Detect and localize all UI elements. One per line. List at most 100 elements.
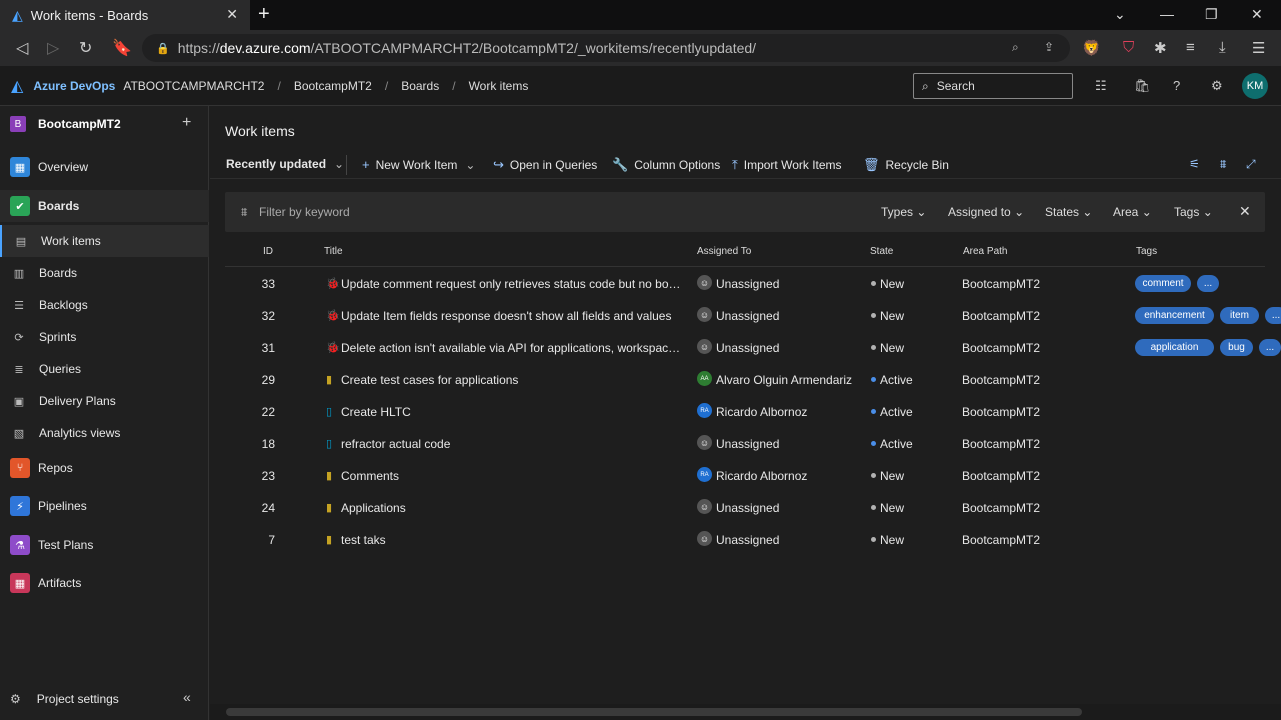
table-row[interactable]: 29 ▮ Create test cases for applications AA A… <box>225 363 1265 395</box>
close-window-icon[interactable]: ✕ <box>1251 6 1263 23</box>
sidebar-item-sprints[interactable]: ⟳ Sprints <box>0 321 209 353</box>
horizontal-scrollbar[interactable] <box>210 704 1281 720</box>
filter-types-dropdown[interactable]: Types ⌄ <box>881 205 926 219</box>
browser-tab[interactable]: ◭ Work items - Boards ✕ <box>0 0 250 30</box>
tag-pill[interactable]: item <box>1220 307 1259 324</box>
sidebar-item-repos[interactable]: ⑂ Repos <box>0 452 209 484</box>
sidebar-item-backlogs[interactable]: ☰ Backlogs <box>0 289 209 321</box>
view-selector-dropdown[interactable]: Recently updated ⌄ <box>226 157 344 171</box>
work-item-title[interactable]: Create test cases for applications <box>341 373 681 387</box>
tag-pill[interactable]: comment <box>1135 275 1191 292</box>
brave-shield-icon[interactable]: 🦁 <box>1082 39 1101 57</box>
tag-pill[interactable]: bug <box>1220 339 1253 356</box>
sidebar-item-overview[interactable]: ▦ Overview <box>0 151 209 183</box>
user-avatar[interactable]: KM <box>1242 73 1268 99</box>
sidebar-item-pipelines[interactable]: ⚡ Pipelines <box>0 490 209 522</box>
breadcrumb-project[interactable]: BootcampMT2 <box>294 79 372 93</box>
fullscreen-icon[interactable]: ⤢ <box>1246 157 1256 172</box>
filter-assigned-dropdown[interactable]: Assigned to ⌄ <box>948 205 1024 219</box>
sidebar-item-analytics-views[interactable]: ▧ Analytics views <box>0 417 209 449</box>
filter-tags-dropdown[interactable]: Tags ⌄ <box>1174 205 1213 219</box>
share-icon[interactable]: ⇪ <box>1044 40 1054 54</box>
brave-rewards-icon[interactable]: ⛉ <box>1123 39 1134 56</box>
filter-keyword-input[interactable]: Filter by keyword <box>259 205 350 219</box>
maximize-icon[interactable]: ❐ <box>1205 6 1218 23</box>
close-tab-icon[interactable]: ✕ <box>226 6 238 23</box>
sidebar-item-test-plans[interactable]: ⚗ Test Plans <box>0 529 209 561</box>
column-header-state[interactable]: State <box>870 246 893 257</box>
new-work-item-button[interactable]: + New Work Item ⌄ <box>362 157 475 172</box>
work-item-title[interactable]: Applications <box>341 501 681 515</box>
filter-states-dropdown[interactable]: States ⌄ <box>1045 205 1092 219</box>
recycle-bin-button[interactable]: 🗑 Recycle Bin <box>863 157 949 173</box>
table-row[interactable]: 32 🐞 Update Item fields response doesn't s… <box>225 299 1281 331</box>
filter-icon[interactable]: ⩩ <box>1220 157 1226 172</box>
url-field[interactable]: 🔒 https://dev.azure.com/ATBOOTCAMPMARCHT… <box>142 34 1070 62</box>
azure-devops-logo-icon[interactable]: ◭ <box>11 76 23 96</box>
tag-pill[interactable]: enhancement <box>1135 307 1214 324</box>
breadcrumb-work-items[interactable]: Work items <box>469 79 529 93</box>
marketplace-icon[interactable]: 🛍 <box>1134 78 1151 94</box>
help-icon[interactable]: ? <box>1173 78 1180 93</box>
zoom-icon[interactable]: ⌕ <box>1012 40 1019 55</box>
column-header-tags[interactable]: Tags <box>1136 246 1157 257</box>
view-options-icon[interactable]: ⚟ <box>1189 157 1200 171</box>
import-work-items-button[interactable]: ⤒ Import Work Items <box>732 157 842 173</box>
extensions-icon[interactable]: ✱ <box>1154 39 1167 57</box>
sidebar-item-boards-hub[interactable]: ✔ Boards <box>0 190 209 222</box>
forward-icon[interactable]: ▷ <box>47 38 59 58</box>
work-item-title[interactable]: Delete action isn't available via API fo… <box>341 341 681 355</box>
add-icon[interactable]: + <box>182 114 191 132</box>
filter-area-dropdown[interactable]: Area ⌄ <box>1113 205 1152 219</box>
column-header-assigned[interactable]: Assigned To <box>697 246 751 257</box>
clear-filter-icon[interactable]: ✕ <box>1239 203 1251 220</box>
work-item-title[interactable]: test taks <box>341 533 681 547</box>
bookmark-icon[interactable]: 🔖 <box>112 38 132 58</box>
new-tab-icon[interactable]: + <box>258 3 270 26</box>
table-row[interactable]: 31 🐞 Delete action isn't available via API… <box>225 331 1281 363</box>
work-item-title[interactable]: Create HLTC <box>341 405 681 419</box>
tag-pill[interactable]: ... <box>1265 307 1281 324</box>
back-icon[interactable]: ◁ <box>16 38 28 58</box>
minimize-icon[interactable]: — <box>1160 6 1174 22</box>
column-options-button[interactable]: 🔧 Column Options <box>612 157 720 173</box>
table-row[interactable]: 22 ▯ Create HLTC RA Ricardo Albornoz Active Bo… <box>225 395 1265 427</box>
sidebar-item-artifacts[interactable]: ▦ Artifacts <box>0 567 209 599</box>
sidebar-item-work-items[interactable]: ▤ Work items <box>0 225 209 257</box>
unassigned-user-icon: ☺ <box>697 435 712 450</box>
open-in-queries-button[interactable]: ↪ Open in Queries <box>493 157 597 173</box>
sidebar-item-boards[interactable]: ▥ Boards <box>0 257 209 289</box>
table-row[interactable]: 18 ▯ refractor actual code ☺ Unassigned Activ… <box>225 427 1265 459</box>
playlist-icon[interactable]: ≡ <box>1186 39 1195 56</box>
menu-icon[interactable]: ☰ <box>1252 39 1265 57</box>
task-list-icon[interactable]: ☷ <box>1095 78 1107 94</box>
project-selector[interactable]: B BootcampMT2 <box>10 116 121 132</box>
column-header-title[interactable]: Title <box>324 246 343 257</box>
scrollbar-thumb[interactable] <box>226 708 1082 716</box>
work-item-title[interactable]: Comments <box>341 469 681 483</box>
brand-name[interactable]: Azure DevOps <box>33 79 115 93</box>
sidebar-item-delivery-plans[interactable]: ▣ Delivery Plans <box>0 385 209 417</box>
tag-pill[interactable]: ... <box>1197 275 1219 292</box>
breadcrumb-boards[interactable]: Boards <box>401 79 439 93</box>
sidebar-item-queries[interactable]: ≣ Queries <box>0 353 209 385</box>
tab-search-chevron-icon[interactable]: ⌄ <box>1114 6 1126 23</box>
work-item-title[interactable]: Update Item fields response doesn't show… <box>341 309 681 323</box>
column-header-area-path[interactable]: Area Path <box>963 246 1007 257</box>
column-header-id[interactable]: ID <box>263 246 273 257</box>
tag-pill[interactable]: ... <box>1259 339 1281 356</box>
table-row[interactable]: 33 🐞 Update comment request only retrieves… <box>225 267 1265 299</box>
project-settings-link[interactable]: ⚙ Project settings <box>10 692 119 706</box>
user-settings-icon[interactable]: ⚙ <box>1211 78 1223 94</box>
breadcrumb-org[interactable]: ATBOOTCAMPMARCHT2 <box>123 79 264 93</box>
table-row[interactable]: 7 ▮ test taks ☺ Unassigned New BootcampMT2 <box>225 523 1265 555</box>
table-row[interactable]: 23 ▮ Comments RA Ricardo Albornoz New Bootcamp… <box>225 459 1265 491</box>
tag-pill[interactable]: application <box>1135 339 1214 356</box>
work-item-title[interactable]: Update comment request only retrieves st… <box>341 277 681 291</box>
download-icon[interactable]: ⤓ <box>1219 39 1226 56</box>
work-item-title[interactable]: refractor actual code <box>341 437 681 451</box>
table-row[interactable]: 24 ▮ Applications ☺ Unassigned New BootcampMT2 <box>225 491 1265 523</box>
reload-icon[interactable]: ↻ <box>79 38 92 58</box>
search-input[interactable]: ⌕ Search <box>913 73 1073 99</box>
collapse-sidebar-icon[interactable]: « <box>183 689 191 705</box>
